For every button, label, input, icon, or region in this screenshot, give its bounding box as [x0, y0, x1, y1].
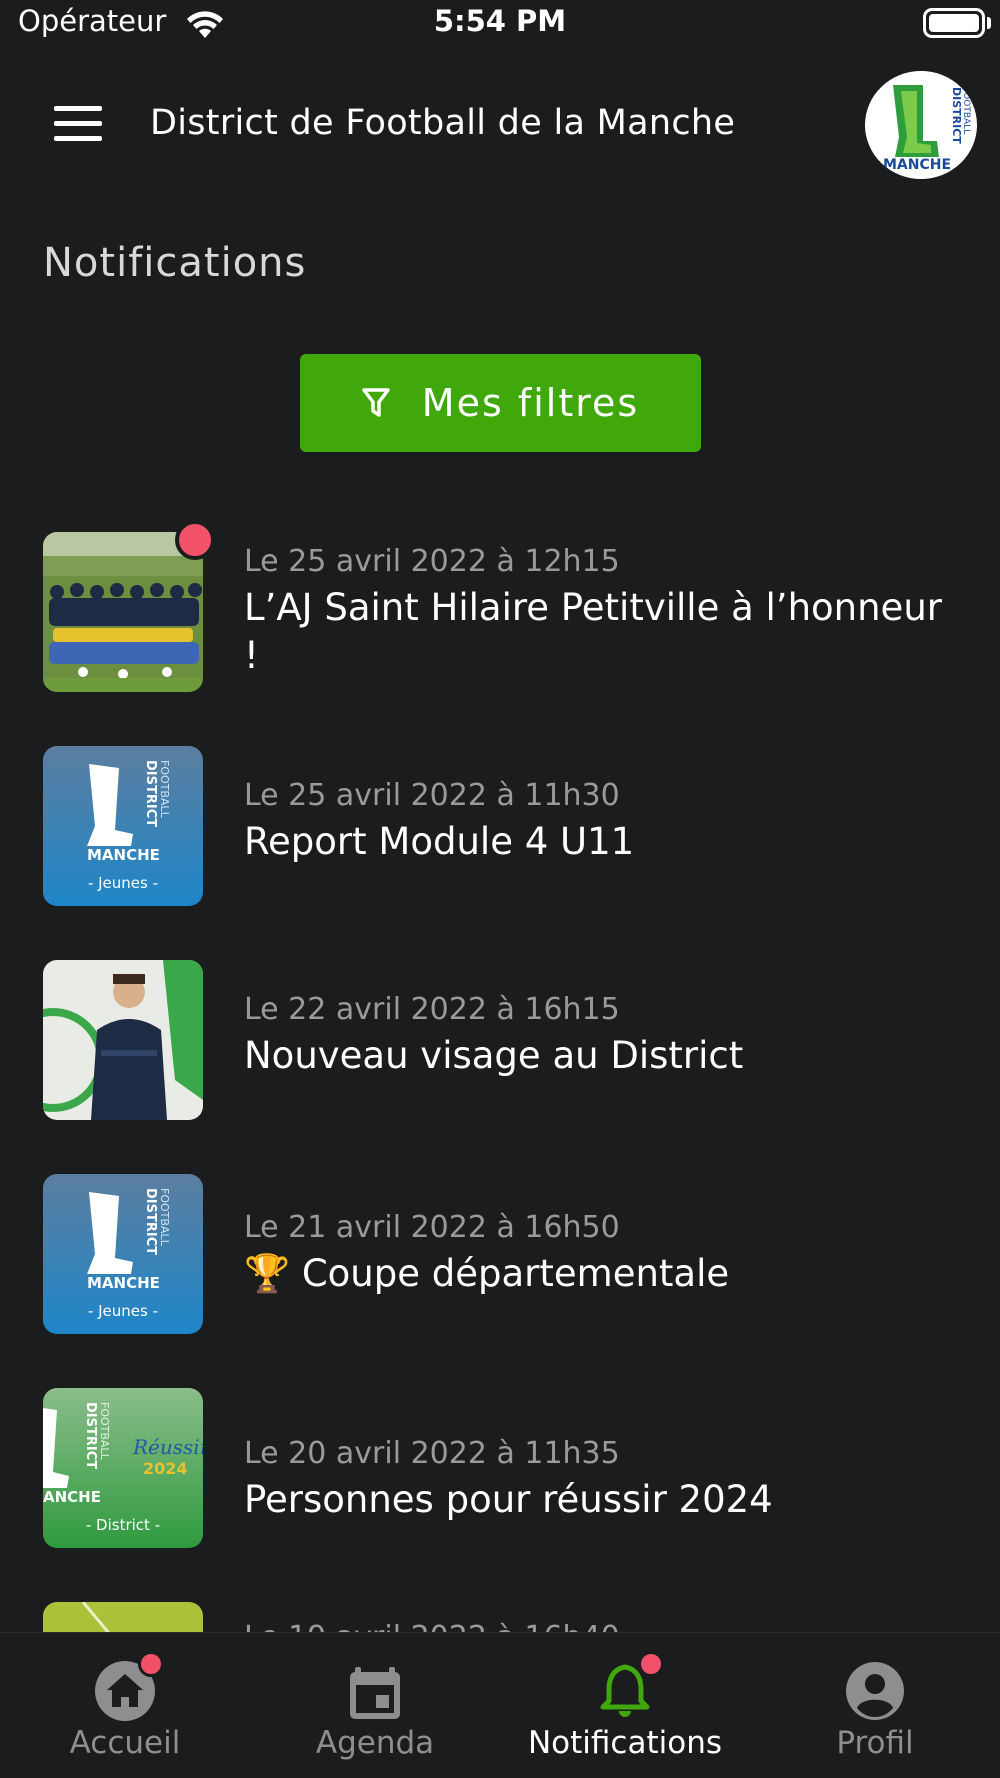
svg-text:DISTRICT: DISTRICT — [143, 1188, 158, 1255]
svg-text:MANCHE: MANCHE — [883, 157, 951, 173]
app-title: District de Football de la Manche — [150, 103, 736, 143]
thumbnail-caption: - Jeunes - — [87, 874, 159, 892]
nav-label: Notifications — [527, 1725, 723, 1761]
page-title: Notifications — [43, 240, 307, 286]
status-bar: Opérateur 5:54 PM — [0, 0, 1000, 48]
thumbnail-caption: - District - — [85, 1516, 161, 1534]
nav-badge — [138, 1651, 164, 1677]
notification-title: Personnes pour réussir 2024 — [244, 1478, 773, 1521]
notification-title: Nouveau visage au District — [244, 1034, 744, 1077]
menu-button[interactable] — [54, 106, 104, 142]
svg-text:ANCHE: ANCHE — [43, 1488, 101, 1506]
svg-text:FOOTBALL: FOOTBALL — [98, 1402, 111, 1461]
notification-date: Le 25 avril 2022 à 11h30 — [244, 778, 620, 813]
notification-item[interactable]: DISTRICT FOOTBALL MANCHE - Jeunes - Le 2… — [43, 1174, 973, 1334]
svg-text:DISTRICT: DISTRICT — [143, 760, 158, 827]
nav-badge — [638, 1651, 664, 1677]
notification-date: Le 25 avril 2022 à 12h15 — [244, 544, 620, 579]
nav-item-notifications[interactable]: Notifications — [500, 1633, 750, 1778]
svg-text:Réussir: Réussir — [132, 1435, 203, 1459]
notification-title: 🏆 Coupe départementale — [244, 1252, 730, 1295]
nav-item-accueil[interactable]: Accueil — [0, 1633, 250, 1778]
notification-title: L’AJ Saint Hilaire Petitville à l’honneu… — [244, 586, 942, 677]
notification-thumbnail: DISTRICT FOOTBALL ANCHE Réussir 2024 - D… — [43, 1388, 203, 1548]
notification-item[interactable]: DISTRICT FOOTBALL ANCHE Réussir 2024 - D… — [43, 1388, 973, 1548]
battery-tip — [987, 17, 991, 29]
notification-date: Le 21 avril 2022 à 16h50 — [244, 1210, 620, 1245]
nav-label: Agenda — [315, 1725, 435, 1761]
district-logo[interactable]: DISTRICT FOOTBALL MANCHE — [865, 71, 977, 179]
notification-thumbnail: DISTRICT FOOTBALL MANCHE - Jeunes - — [43, 1174, 203, 1334]
svg-text:FOOTBALL: FOOTBALL — [158, 760, 171, 819]
profile-icon — [845, 1661, 905, 1721]
status-time: 5:54 PM — [433, 4, 567, 38]
svg-text:MANCHE: MANCHE — [87, 846, 160, 864]
svg-text:DISTRICT: DISTRICT — [83, 1402, 98, 1469]
nav-item-profil[interactable]: Profil — [750, 1633, 1000, 1778]
notification-thumbnail — [43, 532, 203, 692]
filters-button[interactable]: Mes filtres — [300, 354, 701, 452]
unread-badge — [175, 520, 215, 560]
svg-text:2024: 2024 — [143, 1459, 188, 1478]
nav-item-agenda[interactable]: Agenda — [250, 1633, 500, 1778]
notification-date: Le 22 avril 2022 à 16h15 — [244, 992, 620, 1027]
filters-button-label: Mes filtres — [421, 381, 640, 425]
hamburger-icon-line — [54, 136, 102, 141]
svg-text:FOOTBALL: FOOTBALL — [158, 1188, 171, 1247]
hamburger-icon-line — [54, 121, 102, 126]
thumbnail-caption: - Jeunes - — [87, 1302, 159, 1320]
filter-icon — [362, 387, 390, 419]
notification-thumbnail — [43, 960, 203, 1120]
notification-item[interactable]: Le 22 avril 2022 à 16h15 Nouveau visage … — [43, 960, 973, 1120]
notification-item[interactable]: Le 25 avril 2022 à 12h15 L’AJ Saint Hila… — [43, 520, 973, 692]
notification-item[interactable]: DISTRICT FOOTBALL MANCHE - Jeunes - Le 2… — [43, 746, 973, 906]
svg-text:FOOTBALL: FOOTBALL — [961, 87, 971, 134]
bottom-navigation: Accueil Agenda Notifications Profil — [0, 1632, 1000, 1778]
nav-label: Accueil — [69, 1725, 181, 1761]
notification-date: Le 20 avril 2022 à 11h35 — [244, 1436, 620, 1471]
notification-title: Report Module 4 U11 — [244, 820, 635, 863]
battery-icon — [923, 8, 985, 38]
notification-thumbnail: DISTRICT FOOTBALL MANCHE - Jeunes - — [43, 746, 203, 906]
svg-text:MANCHE: MANCHE — [87, 1274, 160, 1292]
hamburger-icon-line — [54, 106, 102, 111]
nav-label: Profil — [836, 1725, 914, 1761]
calendar-icon — [345, 1661, 405, 1721]
